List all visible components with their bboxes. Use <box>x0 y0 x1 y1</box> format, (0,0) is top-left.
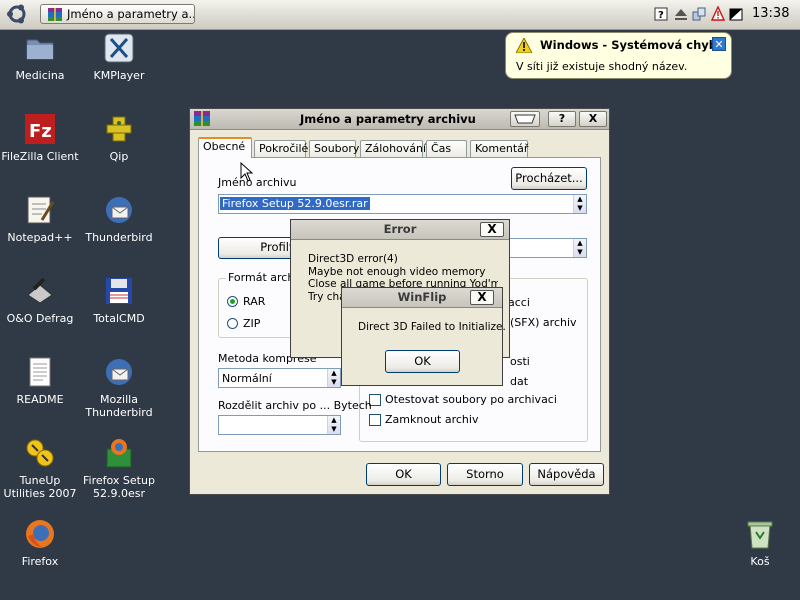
format-rar-label: RAR <box>243 295 266 308</box>
minimize-tray-button[interactable] <box>510 111 540 127</box>
combo-arrows-icon[interactable]: ▲ ▼ <box>573 239 586 257</box>
installer-icon <box>103 437 135 469</box>
filezilla-icon: Fz <box>24 113 56 145</box>
archive-name-value: Firefox Setup 52.9.0esr.rar <box>220 197 370 210</box>
folder-icon <box>24 32 56 64</box>
warning-icon[interactable] <box>710 5 726 22</box>
archive-dialog-title: Jméno a parametry archivu <box>300 112 476 126</box>
svg-text:Fz: Fz <box>29 121 52 142</box>
desktop-icon-totalcmd[interactable]: TotalCMD <box>79 275 159 325</box>
option-partial-3: osti <box>510 355 530 368</box>
method-value: Normální <box>222 372 272 385</box>
close-title-button[interactable]: X <box>579 111 607 127</box>
tab-obecne[interactable]: Obecné <box>198 137 252 158</box>
help-title-button[interactable]: ? <box>548 111 576 127</box>
desktop-icon-recycle-bin[interactable]: Koš <box>720 518 800 568</box>
notification-balloon[interactable]: Windows - Systémová chyba V síti již exi… <box>505 32 732 79</box>
format-zip-radio[interactable] <box>227 318 238 329</box>
error-line: Maybe not enough video memory <box>308 265 486 278</box>
winrar-icon <box>194 111 210 126</box>
error-dialog-title[interactable]: Error <box>291 220 509 240</box>
thunderbird-icon <box>103 194 135 226</box>
battery-icon[interactable] <box>729 6 743 22</box>
help-icon[interactable]: ? <box>654 6 668 22</box>
taskbar-window-button[interactable]: Jméno a parametry a... <box>40 4 195 24</box>
desktop-icon-readme[interactable]: README <box>0 356 80 406</box>
clock[interactable]: 13:38 <box>752 6 789 21</box>
combo-arrows-icon[interactable]: ▲ ▼ <box>573 195 586 213</box>
combo-arrows-icon[interactable]: ▲ ▼ <box>327 416 340 434</box>
winflip-message: Direct 3D Failed to Initialize. <box>358 321 506 333</box>
winrar-icon <box>48 8 62 21</box>
winflip-ok-button[interactable]: OK <box>385 350 460 373</box>
error-line: Direct3D error(4) <box>308 253 398 265</box>
firefox-icon <box>24 518 56 550</box>
tab-soubory[interactable]: Soubory <box>309 140 359 157</box>
recycle-bin-icon <box>744 518 776 550</box>
option-partial-2: (SFX) archiv <box>510 316 577 329</box>
test-files-label: Otestovat soubory po archivaci <box>385 393 557 406</box>
tuneup-icon <box>24 437 56 469</box>
combo-arrows-icon[interactable]: ▲ ▼ <box>327 369 340 387</box>
desktop-icon-medicina[interactable]: Medicina <box>0 32 80 82</box>
balloon-title: Windows - Systémová chyba <box>540 38 725 52</box>
lock-archive-checkbox[interactable] <box>369 414 381 426</box>
cancel-button[interactable]: Storno <box>447 463 523 486</box>
split-label: Rozdělit archiv po ... Bytech <box>218 399 372 412</box>
option-partial-1: acci <box>508 296 530 309</box>
winflip-dialog-close-button[interactable]: X <box>470 290 494 305</box>
method-combo[interactable]: Normální ▲ ▼ <box>218 368 341 388</box>
floppy-icon <box>103 275 135 307</box>
desktop-icon-firefox[interactable]: Firefox <box>0 518 80 568</box>
lock-archive-label: Zamknout archiv <box>385 413 479 426</box>
winflip-dialog: WinFlip X Direct 3D Failed to Initialize… <box>341 287 506 386</box>
desktop-icon-notepad[interactable]: Notepad++ <box>0 194 80 244</box>
tab-cas[interactable]: Čas <box>426 140 467 157</box>
taskbar: Jméno a parametry a... ? 13:38 <box>0 0 800 30</box>
browse-button[interactable]: Procházet... <box>511 167 587 190</box>
eject-icon[interactable] <box>674 6 688 22</box>
tab-komentar[interactable]: Komentář <box>470 140 528 157</box>
ubuntu-logo-icon[interactable] <box>6 3 28 25</box>
svg-text:?: ? <box>658 10 664 21</box>
notepad-icon <box>24 194 56 226</box>
thunderbird-icon <box>103 356 135 388</box>
qip-icon <box>103 113 135 145</box>
option-partial-4: dat <box>510 375 529 388</box>
desktop-icon-qip[interactable]: Qip <box>79 113 159 163</box>
desktop-icon-tuneup[interactable]: TuneUp Utilities 2007 <box>0 437 80 500</box>
mouse-cursor-icon <box>240 162 254 182</box>
archive-name-combo[interactable]: Firefox Setup 52.9.0esr.rar ▲ ▼ <box>218 194 587 214</box>
document-icon <box>24 356 56 388</box>
desktop-icon-firefox-setup[interactable]: Firefox Setup 52.9.0esr <box>79 437 159 500</box>
update-mode-combo[interactable]: ▲ ▼ <box>504 238 587 258</box>
format-zip-label: ZIP <box>243 317 261 330</box>
network-icon[interactable] <box>692 6 706 22</box>
desktop-icon-filezilla[interactable]: Fz FileZilla Client <box>0 113 80 163</box>
desktop-icon-kmplayer[interactable]: KMPlayer <box>79 32 159 82</box>
desktop-icon-thunderbird[interactable]: Thunderbird <box>79 194 159 244</box>
ok-button[interactable]: OK <box>366 463 441 486</box>
close-icon[interactable]: ✕ <box>712 37 726 51</box>
help-button[interactable]: Nápověda <box>529 463 604 486</box>
format-rar-radio[interactable] <box>227 296 238 307</box>
tab-zalohovani[interactable]: Zálohování <box>360 140 426 157</box>
balloon-text: V síti již existuje shodný název. <box>516 60 688 73</box>
tab-pokrocile[interactable]: Pokročilé <box>254 140 308 157</box>
error-dialog-close-button[interactable]: X <box>480 222 504 237</box>
warning-icon <box>515 36 533 54</box>
archive-dialog-titlebar[interactable]: Jméno a parametry archivu ? X <box>190 109 609 130</box>
split-combo[interactable]: ▲ ▼ <box>218 415 341 435</box>
desktop-icon-mozilla-thunderbird[interactable]: Mozilla Thunderbird <box>79 356 159 419</box>
archive-name-label: Jméno archivu <box>218 176 297 189</box>
defrag-icon <box>24 275 56 307</box>
kmplayer-icon <box>103 32 135 64</box>
taskbar-window-title: Jméno a parametry a... <box>67 7 195 21</box>
desktop-icon-defrag[interactable]: O&O Defrag <box>0 275 80 325</box>
